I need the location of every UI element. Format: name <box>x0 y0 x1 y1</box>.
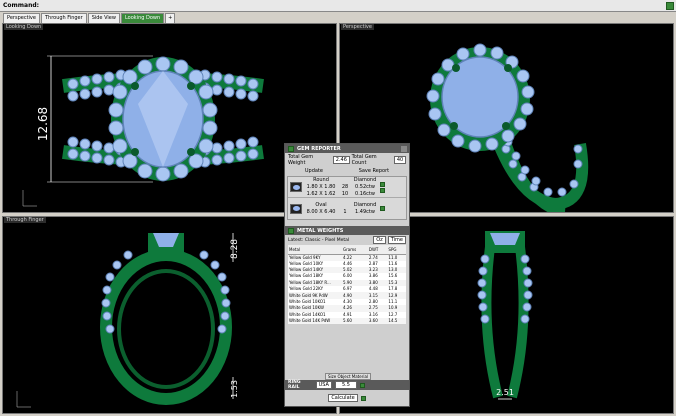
metal-weights-header: METAL WEIGHTS <box>285 226 409 235</box>
ring-rail-bar: RING RAIL USA 5.5 <box>285 380 409 390</box>
table-row[interactable]: Yellow Gold 22KY 6.97 4.48 17.8 <box>288 286 406 292</box>
gem-reporter-panel: GEM REPORTER Total Gem Weight 2.46 Total… <box>284 143 410 407</box>
metal-weights-title: METAL WEIGHTS <box>297 227 344 234</box>
table-row[interactable]: White Gold 10KO1 4.30 2.80 11.1 <box>288 299 406 305</box>
gem-size: 1.62 X 1.62 <box>306 191 336 197</box>
table-row[interactable]: White Gold 10KW 4.26 2.75 10.9 <box>288 305 406 312</box>
table-row[interactable]: Yellow Gold 14KY 5.02 3.23 13.0 <box>288 266 406 274</box>
gem-type: Diamond <box>353 177 377 183</box>
command-history-button[interactable] <box>666 2 674 10</box>
viewport-tabs: Perspective Through Finger Side View Loo… <box>0 13 176 23</box>
table-row[interactable]: Yellow Gold 9KY 4.22 2.74 11.0 <box>288 254 406 261</box>
table-row[interactable]: Yellow Gold 10KY 4.46 2.87 11.6 <box>288 261 406 267</box>
table-row[interactable]: White Gold 14K PdW 5.60 3.60 14.5 <box>288 318 406 325</box>
tab-looking-down[interactable]: Looking Down <box>120 13 165 23</box>
tab-perspective[interactable]: Perspective <box>3 13 40 23</box>
ring-size-apply-button[interactable] <box>359 382 365 388</box>
total-count-field[interactable]: 40 <box>393 156 407 164</box>
ring-size-select[interactable]: 5.5 <box>334 381 357 389</box>
gem-weight: 1.49ctw <box>355 209 375 215</box>
gem-weight: 0.52ctw <box>355 184 375 190</box>
table-cell: 14.5 <box>387 318 406 325</box>
select-gem-button[interactable] <box>380 187 385 193</box>
viewport-caption: Perspective <box>341 24 374 30</box>
unit-select[interactable]: Oz <box>373 236 386 244</box>
tab-side-view[interactable]: Side View <box>87 13 120 23</box>
gem-reporter-title: GEM REPORTER <box>297 145 341 152</box>
select-gem-button[interactable] <box>380 206 385 211</box>
gem-list: Round 1.80 X 1.80 1.62 X 1.62 28 10 Diam… <box>287 176 407 220</box>
rail-label: RAIL <box>288 385 300 390</box>
extra-select[interactable]: Time <box>387 236 406 244</box>
table-cell: 5.60 <box>342 318 368 325</box>
gem-type: Diamond <box>353 202 377 208</box>
column-header[interactable]: DWT <box>367 245 388 255</box>
command-label: Command: <box>3 2 40 9</box>
tab-through-finger[interactable]: Through Finger <box>40 13 87 23</box>
table-cell: 3.60 <box>367 318 388 325</box>
column-header[interactable]: Grams <box>342 245 368 255</box>
command-bar[interactable]: Command: <box>0 0 676 12</box>
gem-row-oval[interactable]: Oval 8.00 X 6.40 1 Diamond 1.49ctw <box>288 198 406 219</box>
select-gem-button[interactable] <box>380 181 385 187</box>
table-row[interactable]: White Gold 14KO1 4.91 3.16 12.7 <box>288 312 406 318</box>
gem-count: 1 <box>343 209 347 215</box>
gem-shape: Round <box>313 177 329 183</box>
gem-count: 28 <box>341 184 349 190</box>
dimension-label-bottom: 1.53 <box>230 380 239 398</box>
gem-shape: Oval <box>315 202 327 208</box>
update-button[interactable]: Update <box>303 168 325 174</box>
column-header[interactable]: SPG <box>387 245 406 255</box>
dimension-label-top: 8.28 <box>230 239 240 259</box>
table-row[interactable]: White Gold 9K PdW 4.90 3.15 12.9 <box>288 292 406 299</box>
gem-weight: 0.16ctw <box>355 191 375 197</box>
table-row[interactable]: Yellow Gold 18KY 6.00 3.86 15.6 <box>288 273 406 279</box>
size-object-material-button[interactable]: Size Object Material <box>325 373 372 380</box>
metal-weights-table: Metal Grams DWT SPG Yellow Gold 9KY 4.22 2… <box>288 245 406 325</box>
gem-icon <box>288 145 294 152</box>
dimension-label: 2.51 <box>496 388 514 397</box>
calculate-apply-button[interactable] <box>360 395 366 401</box>
metal-subtitle: Latest: Classic - Pixel Metal <box>288 237 350 243</box>
region-select[interactable]: USA <box>315 381 332 389</box>
gem-row-round[interactable]: Round 1.80 X 1.80 1.62 X 1.62 28 10 Diam… <box>288 177 406 198</box>
round-gem-icon <box>290 182 302 192</box>
total-weight-field[interactable]: 2.46 <box>332 156 350 164</box>
dimension-label: 12.68 <box>36 107 50 141</box>
calculate-button[interactable]: Calculate <box>328 394 358 402</box>
table-row[interactable]: Yellow Gold 18KY R... 5.90 3.80 15.3 <box>288 279 406 287</box>
total-count-label: Total Gem Count <box>351 154 377 166</box>
close-icon[interactable] <box>401 145 407 152</box>
save-report-button[interactable]: Save Report <box>357 168 391 174</box>
gem-reporter-header: GEM REPORTER <box>285 144 409 153</box>
gem-count: 10 <box>341 191 349 197</box>
viewport-caption: Looking Down <box>4 24 44 30</box>
column-header[interactable]: Metal <box>288 245 342 255</box>
table-cell: White Gold 14K PdW <box>288 318 342 325</box>
gem-size: 1.80 X 1.80 <box>306 184 336 190</box>
viewport-caption: Through Finger <box>4 217 46 223</box>
tab-add[interactable]: + <box>165 13 176 23</box>
oval-gem-icon <box>290 203 302 214</box>
gem-size: 8.00 X 6.40 <box>306 209 336 215</box>
metal-icon <box>288 227 294 234</box>
total-weight-label: Total Gem Weight <box>288 154 314 166</box>
